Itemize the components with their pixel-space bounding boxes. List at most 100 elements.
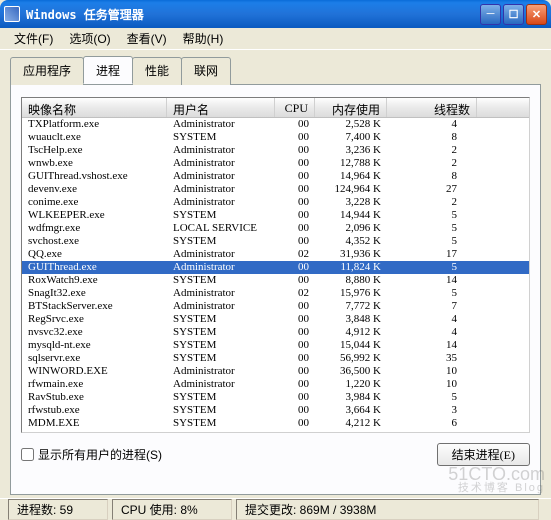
cell-username: Administrator [167,196,275,209]
table-row[interactable]: WLKEEPER.exeSYSTEM0014,944 K5 [22,209,529,222]
cell-memory: 15,044 K [315,339,387,352]
show-all-users-input[interactable] [21,448,34,461]
table-row[interactable]: nvsvc32.exeSYSTEM004,912 K4 [22,326,529,339]
cell-threads: 14 [387,339,463,352]
table-row[interactable]: TXPlatform.exeAdministrator002,528 K4 [22,118,529,131]
cell-threads: 5 [387,235,463,248]
tab-applications[interactable]: 应用程序 [10,57,84,85]
cell-threads: 4 [387,313,463,326]
cell-threads: 10 [387,365,463,378]
cell-username: SYSTEM [167,339,275,352]
cell-image-name: MDM.EXE [22,417,167,430]
cell-cpu: 00 [275,183,315,196]
cell-memory: 2,528 K [315,118,387,131]
cell-threads: 2 [387,196,463,209]
table-row[interactable]: conime.exeAdministrator003,228 K2 [22,196,529,209]
menu-view[interactable]: 查看(V) [119,28,175,49]
cell-cpu: 00 [275,131,315,144]
cell-username: SYSTEM [167,391,275,404]
cell-threads: 3 [387,404,463,417]
cell-memory: 3,228 K [315,196,387,209]
cell-cpu: 00 [275,339,315,352]
cell-threads: 17 [387,248,463,261]
maximize-button[interactable]: ☐ [503,4,524,25]
col-threads[interactable]: 线程数 [387,98,477,117]
cell-memory: 7,400 K [315,131,387,144]
table-row[interactable]: sqlservr.exeSYSTEM0056,992 K35 [22,352,529,365]
table-row[interactable]: devenv.exeAdministrator00124,964 K27 [22,183,529,196]
cell-threads: 35 [387,352,463,365]
cell-image-name: svchost.exe [22,235,167,248]
table-row[interactable]: WINWORD.EXEAdministrator0036,500 K10 [22,365,529,378]
col-memory[interactable]: 内存使用 [315,98,387,117]
tab-processes[interactable]: 进程 [83,56,133,84]
table-row[interactable]: wdfmgr.exeLOCAL SERVICE002,096 K5 [22,222,529,235]
table-row[interactable]: wuauclt.exeSYSTEM007,400 K8 [22,131,529,144]
cell-image-name: wuauclt.exe [22,131,167,144]
cell-memory: 1,220 K [315,378,387,391]
menu-options[interactable]: 选项(O) [61,28,118,49]
cell-threads: 4 [387,118,463,131]
col-username[interactable]: 用户名 [167,98,275,117]
cell-memory: 3,236 K [315,144,387,157]
cell-image-name: mysqld-nt.exe [22,339,167,352]
table-row[interactable]: RoxWatch9.exeSYSTEM008,880 K14 [22,274,529,287]
menu-help[interactable]: 帮助(H) [175,28,232,49]
cell-threads: 8 [387,170,463,183]
table-row[interactable]: rfwstub.exeSYSTEM003,664 K3 [22,404,529,417]
cell-memory: 124,964 K [315,183,387,196]
cell-cpu: 00 [275,352,315,365]
cell-memory: 4,212 K [315,417,387,430]
cell-cpu: 00 [275,326,315,339]
table-row[interactable]: rfwmain.exeAdministrator001,220 K10 [22,378,529,391]
end-process-button[interactable]: 结束进程(E) [437,443,530,466]
show-all-users-checkbox[interactable]: 显示所有用户的进程(S) [21,446,162,463]
tab-performance[interactable]: 性能 [132,57,182,85]
cell-memory: 56,992 K [315,352,387,365]
col-cpu[interactable]: CPU [275,98,315,117]
cell-memory: 31,936 K [315,248,387,261]
cell-image-name: RoxWatch9.exe [22,274,167,287]
table-row[interactable]: SnagIt32.exeAdministrator0215,976 K5 [22,287,529,300]
cell-cpu: 00 [275,430,315,433]
minimize-button[interactable]: ─ [480,4,501,25]
cell-username: Administrator [167,170,275,183]
col-image-name[interactable]: 映像名称 [22,98,167,117]
close-button[interactable]: ✕ [526,4,547,25]
cell-username: Administrator [167,157,275,170]
cell-image-name: rfwstub.exe [22,404,167,417]
cell-username: Administrator [167,183,275,196]
cell-image-name: GUIThread.vshost.exe [22,170,167,183]
table-row[interactable]: mysqld-nt.exeSYSTEM0015,044 K14 [22,339,529,352]
menu-file[interactable]: 文件(F) [6,28,61,49]
cell-username: Administrator [167,248,275,261]
table-row[interactable]: QQ.exeAdministrator0231,936 K17 [22,248,529,261]
cell-cpu: 00 [275,391,315,404]
table-row[interactable]: usnsvc.exeSYSTEM002,992 K4 [22,430,529,433]
cell-username: Administrator [167,300,275,313]
cell-cpu: 00 [275,261,315,274]
table-row[interactable]: GUIThread.vshost.exeAdministrator0014,96… [22,170,529,183]
status-commit-charge: 提交更改: 869M / 3938M [236,499,539,520]
cell-cpu: 00 [275,404,315,417]
cell-image-name: SnagIt32.exe [22,287,167,300]
cell-username: Administrator [167,287,275,300]
cell-threads: 5 [387,261,463,274]
process-list[interactable]: TXPlatform.exeAdministrator002,528 K4wua… [22,118,529,433]
table-row[interactable]: TscHelp.exeAdministrator003,236 K2 [22,144,529,157]
table-row[interactable]: MDM.EXESYSTEM004,212 K6 [22,417,529,430]
cell-image-name: WINWORD.EXE [22,365,167,378]
table-row[interactable]: RegSrvc.exeSYSTEM003,848 K4 [22,313,529,326]
table-row[interactable]: svchost.exeSYSTEM004,352 K5 [22,235,529,248]
tab-networking[interactable]: 联网 [181,57,231,85]
table-row[interactable]: GUIThread.exeAdministrator0011,824 K5 [22,261,529,274]
table-row[interactable]: BTStackServer.exeAdministrator007,772 K7 [22,300,529,313]
cell-image-name: devenv.exe [22,183,167,196]
process-table: 映像名称 用户名 CPU 内存使用 线程数 TXPlatform.exeAdmi… [21,97,530,433]
cell-image-name: RavStub.exe [22,391,167,404]
table-row[interactable]: RavStub.exeSYSTEM003,984 K5 [22,391,529,404]
cell-cpu: 02 [275,248,315,261]
table-row[interactable]: wnwb.exeAdministrator0012,788 K2 [22,157,529,170]
titlebar[interactable]: Windows 任务管理器 ─ ☐ ✕ [0,0,551,28]
cell-image-name: GUIThread.exe [22,261,167,274]
